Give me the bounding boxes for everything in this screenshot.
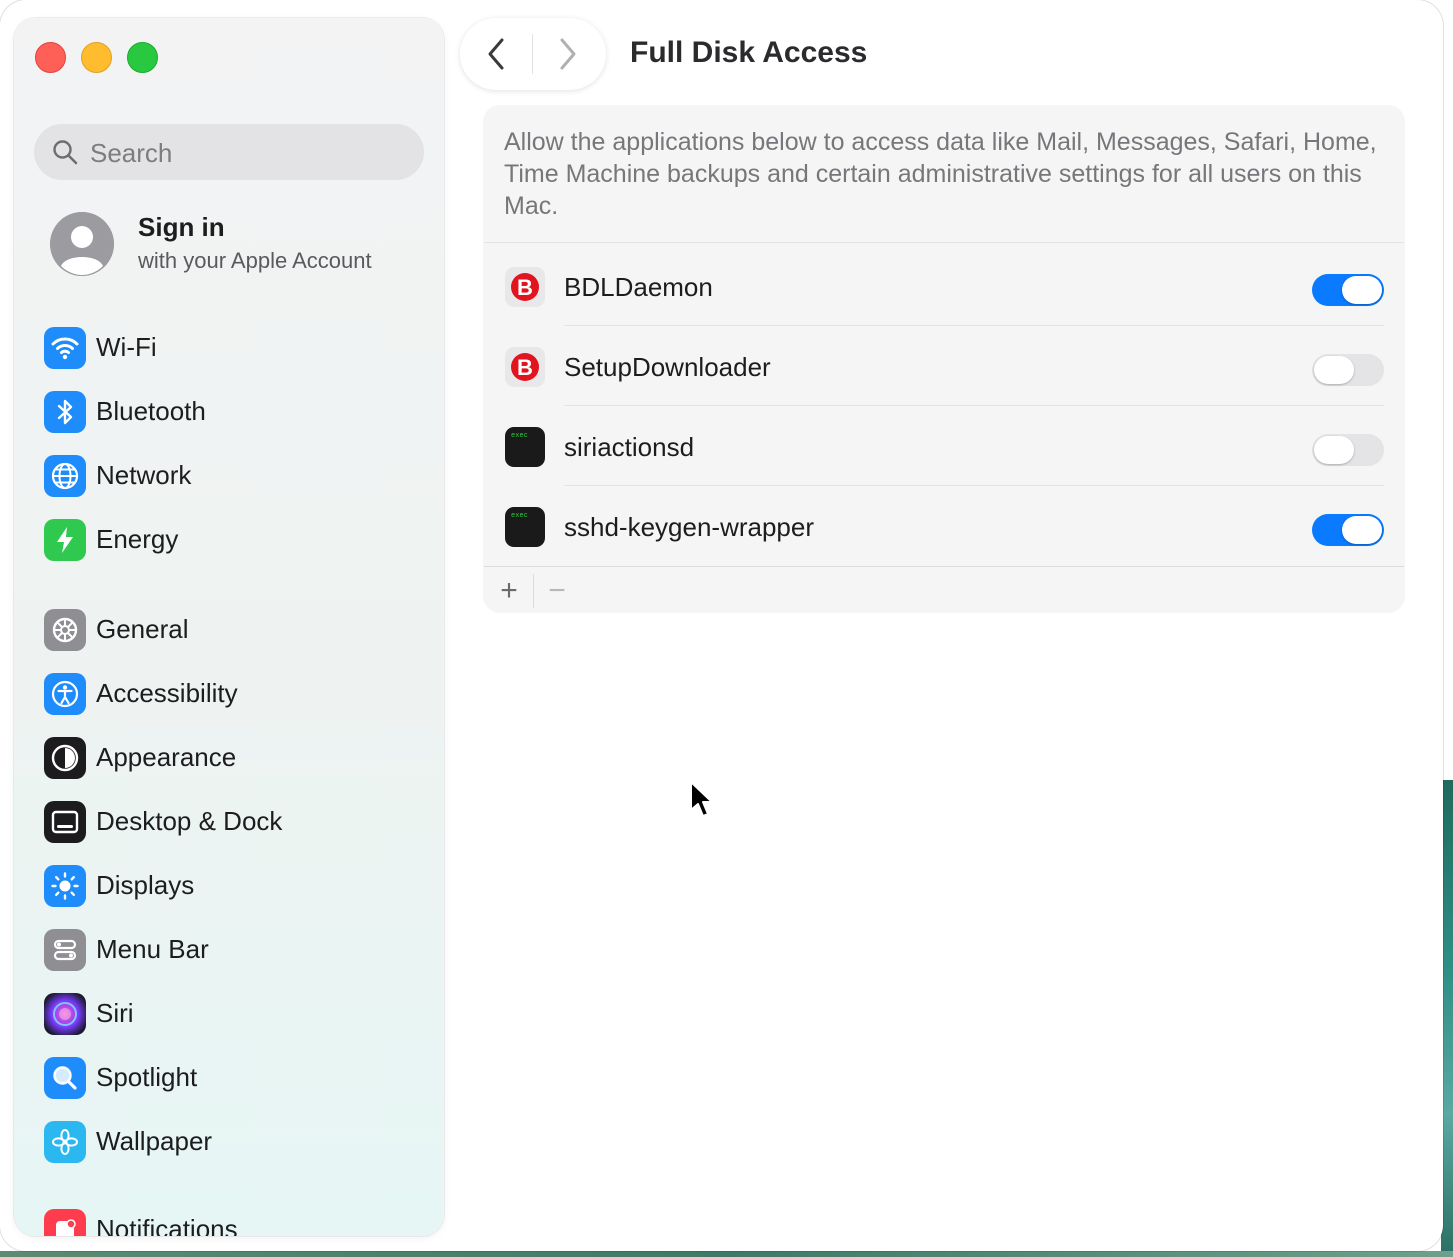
desktop-wallpaper-bottom bbox=[0, 1251, 1453, 1257]
sidebar-item-label: Notifications bbox=[96, 1214, 238, 1236]
account-subtitle: with your Apple Account bbox=[138, 248, 372, 273]
back-chevron-icon[interactable] bbox=[482, 36, 510, 72]
forward-chevron-icon[interactable] bbox=[554, 36, 582, 72]
sidebar-item-accessibility[interactable]: Accessibility bbox=[44, 670, 424, 718]
sidebar-item-label: Wi-Fi bbox=[96, 332, 157, 362]
list-item: B BDLDaemon bbox=[484, 246, 1404, 326]
search-icon bbox=[53, 140, 78, 165]
divider bbox=[533, 574, 534, 608]
svg-text:B: B bbox=[517, 355, 533, 380]
sidebar-item-label: Desktop & Dock bbox=[96, 806, 283, 836]
app-name: SetupDownloader bbox=[564, 352, 771, 382]
avatar bbox=[50, 212, 114, 276]
nav-divider bbox=[532, 34, 533, 74]
sidebar-item-bluetooth[interactable]: Bluetooth bbox=[44, 388, 424, 436]
magnifier-icon bbox=[44, 1057, 86, 1099]
access-toggle[interactable] bbox=[1312, 434, 1384, 466]
siri-icon bbox=[44, 993, 86, 1035]
appearance-icon bbox=[44, 737, 86, 779]
bluetooth-icon bbox=[44, 391, 86, 433]
search-placeholder: Search bbox=[90, 138, 173, 168]
sidebar-item-label: Siri bbox=[96, 998, 134, 1028]
globe-icon bbox=[44, 455, 86, 497]
divider bbox=[484, 242, 1404, 243]
list-item: B SetupDownloader bbox=[484, 326, 1404, 406]
app-name: sshd-keygen-wrapper bbox=[564, 512, 815, 542]
apple-account-signin[interactable]: Sign in with your Apple Account bbox=[50, 212, 420, 282]
zoom-button[interactable] bbox=[127, 42, 158, 73]
dock-icon bbox=[44, 801, 86, 843]
svg-text:exec: exec bbox=[511, 432, 528, 440]
exec-icon: exec bbox=[504, 506, 546, 548]
access-toggle[interactable] bbox=[1312, 514, 1384, 546]
sidebar-item-label: Displays bbox=[96, 870, 195, 900]
sidebar-item-menu-bar[interactable]: Menu Bar bbox=[44, 926, 424, 974]
divider bbox=[484, 566, 1404, 567]
full-disk-access-list: Allow the applications below to access d… bbox=[484, 106, 1404, 612]
sidebar-item-displays[interactable]: Displays bbox=[44, 862, 424, 910]
remove-button[interactable]: − bbox=[544, 576, 570, 606]
sidebar-item-label: Appearance bbox=[96, 742, 237, 772]
sidebar-item-appearance[interactable]: Appearance bbox=[44, 734, 424, 782]
close-button[interactable] bbox=[35, 42, 66, 73]
bitdefender-icon: B bbox=[504, 266, 546, 308]
sidebar-item-label: Bluetooth bbox=[96, 396, 206, 426]
access-toggle[interactable] bbox=[1312, 354, 1384, 386]
sidebar-item-desktop-dock[interactable]: Desktop & Dock bbox=[44, 798, 424, 846]
sidebar-item-label: Accessibility bbox=[96, 678, 238, 708]
app-name: BDLDaemon bbox=[564, 272, 713, 302]
account-title: Sign in bbox=[138, 212, 225, 242]
sidebar-item-wifi[interactable]: Wi-Fi bbox=[44, 324, 424, 372]
person-icon bbox=[50, 212, 114, 276]
page-title: Full Disk Access bbox=[630, 36, 868, 69]
wifi-icon bbox=[44, 327, 86, 369]
svg-text:exec: exec bbox=[511, 512, 528, 520]
navigation-buttons bbox=[460, 18, 606, 90]
sidebar: Search Sign in with your Apple Account W… bbox=[14, 18, 444, 1236]
list-item: exec sshd-keygen-wrapper bbox=[484, 486, 1404, 566]
flower-icon bbox=[44, 1121, 86, 1163]
exec-icon: exec bbox=[504, 426, 546, 468]
sidebar-item-label: Wallpaper bbox=[96, 1126, 213, 1156]
settings-window: Search Sign in with your Apple Account W… bbox=[0, 0, 1443, 1251]
access-toggle[interactable] bbox=[1312, 274, 1384, 306]
app-name: siriactionsd bbox=[564, 432, 695, 462]
menubar-icon bbox=[44, 929, 86, 971]
sidebar-item-energy[interactable]: Energy bbox=[44, 516, 424, 564]
sidebar-item-label: Network bbox=[96, 460, 192, 490]
bolt-icon bbox=[44, 519, 86, 561]
bitdefender-icon: B bbox=[504, 346, 546, 388]
sidebar-item-wallpaper[interactable]: Wallpaper bbox=[44, 1118, 424, 1166]
list-item: exec siriactionsd bbox=[484, 406, 1404, 486]
sidebar-item-general[interactable]: General bbox=[44, 606, 424, 654]
svg-text:B: B bbox=[517, 275, 533, 300]
sidebar-item-spotlight[interactable]: Spotlight bbox=[44, 1054, 424, 1102]
sidebar-item-label: Energy bbox=[96, 524, 179, 554]
description-text: Allow the applications below to access d… bbox=[504, 128, 1377, 220]
search-input[interactable]: Search bbox=[34, 124, 424, 180]
accessibility-icon bbox=[44, 673, 86, 715]
sun-icon bbox=[44, 865, 86, 907]
minimize-button[interactable] bbox=[81, 42, 112, 73]
sidebar-item-siri[interactable]: Siri bbox=[44, 990, 424, 1038]
gear-icon bbox=[44, 609, 86, 651]
sidebar-item-network[interactable]: Network bbox=[44, 452, 424, 500]
sidebar-item-label: General bbox=[96, 614, 189, 644]
add-button[interactable]: + bbox=[496, 576, 522, 606]
bell-icon bbox=[44, 1209, 86, 1236]
sidebar-item-label: Spotlight bbox=[96, 1062, 198, 1092]
sidebar-item-notifications[interactable]: Notifications bbox=[44, 1206, 424, 1236]
sidebar-item-label: Menu Bar bbox=[96, 934, 209, 964]
mouse-pointer-icon bbox=[690, 781, 713, 817]
